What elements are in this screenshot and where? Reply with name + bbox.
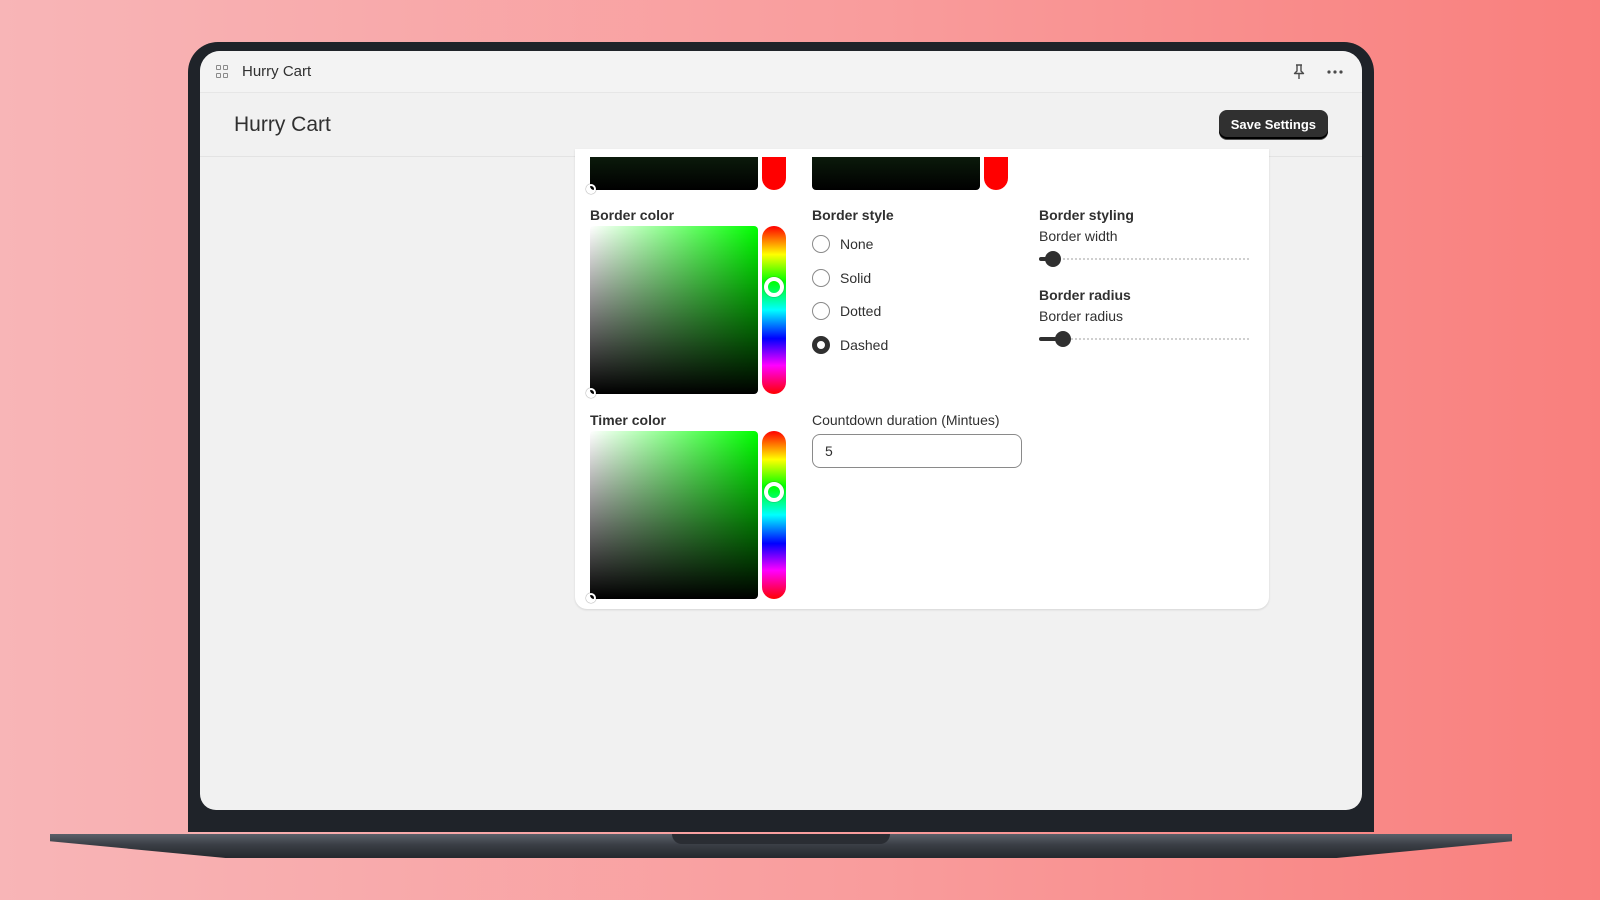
color-saturation-panel[interactable] [586, 157, 758, 194]
radio-solid[interactable]: Solid [812, 269, 871, 287]
slider-thumb[interactable] [1045, 251, 1061, 267]
laptop-notch [672, 834, 890, 844]
timer-color-handle[interactable] [586, 593, 596, 603]
border-color-hue-slider[interactable] [762, 226, 786, 394]
radio-label: Dotted [840, 303, 882, 319]
timer-color-saturation-panel[interactable] [586, 431, 758, 603]
radio-button[interactable] [812, 302, 830, 320]
border-radius-heading: Border radius [1039, 287, 1131, 303]
more-horizontal-icon[interactable] [1324, 61, 1346, 83]
main-content: Border color Border style None Solid Dot… [200, 149, 1362, 810]
radio-none[interactable]: None [812, 235, 873, 253]
timer-color-label: Timer color [590, 412, 666, 428]
color-picker-handle[interactable] [586, 184, 596, 194]
border-width-slider[interactable] [1039, 250, 1249, 268]
border-color-label: Border color [590, 207, 675, 223]
title-bar-actions [1288, 61, 1346, 83]
slider-track [1039, 258, 1249, 260]
radio-label: Solid [840, 270, 872, 286]
hue-slider[interactable] [984, 157, 1008, 190]
radio-dashed[interactable]: Dashed [812, 336, 888, 354]
border-radius-label: Border radius [1039, 308, 1124, 324]
save-settings-button[interactable]: Save Settings [1218, 110, 1328, 139]
hue-handle[interactable] [764, 277, 784, 297]
color-saturation-panel[interactable] [812, 157, 980, 190]
page-title: Hurry Cart [234, 112, 331, 136]
border-style-label: Border style [812, 207, 894, 223]
app-window: Hurry Cart Hurry Cart Save Settings Bord… [200, 51, 1362, 810]
window-title: Hurry Cart [242, 63, 312, 80]
hue-handle[interactable] [764, 482, 784, 502]
border-styling-label: Border styling [1039, 207, 1134, 223]
border-color-handle[interactable] [586, 388, 596, 398]
app-grid-icon [216, 64, 230, 79]
timer-color-hue-slider[interactable] [762, 431, 786, 599]
radio-label: Dashed [840, 337, 889, 353]
settings-card: Border color Border style None Solid Dot… [575, 149, 1269, 609]
border-color-saturation-panel[interactable] [586, 226, 758, 398]
radio-button-selected[interactable] [812, 336, 830, 354]
title-bar: Hurry Cart [200, 51, 1362, 93]
radio-label: None [840, 236, 874, 252]
slider-thumb[interactable] [1055, 331, 1071, 347]
countdown-duration-input[interactable] [812, 434, 1022, 468]
radio-dotted[interactable]: Dotted [812, 302, 881, 320]
page-header: Hurry Cart Save Settings [200, 93, 1362, 157]
pin-icon[interactable] [1288, 61, 1310, 83]
radio-button[interactable] [812, 269, 830, 287]
hue-slider[interactable] [762, 157, 786, 190]
radio-button[interactable] [812, 235, 830, 253]
border-width-label: Border width [1039, 228, 1118, 244]
countdown-duration-label: Countdown duration (Mintues) [812, 412, 1000, 428]
border-radius-slider[interactable] [1039, 330, 1249, 348]
